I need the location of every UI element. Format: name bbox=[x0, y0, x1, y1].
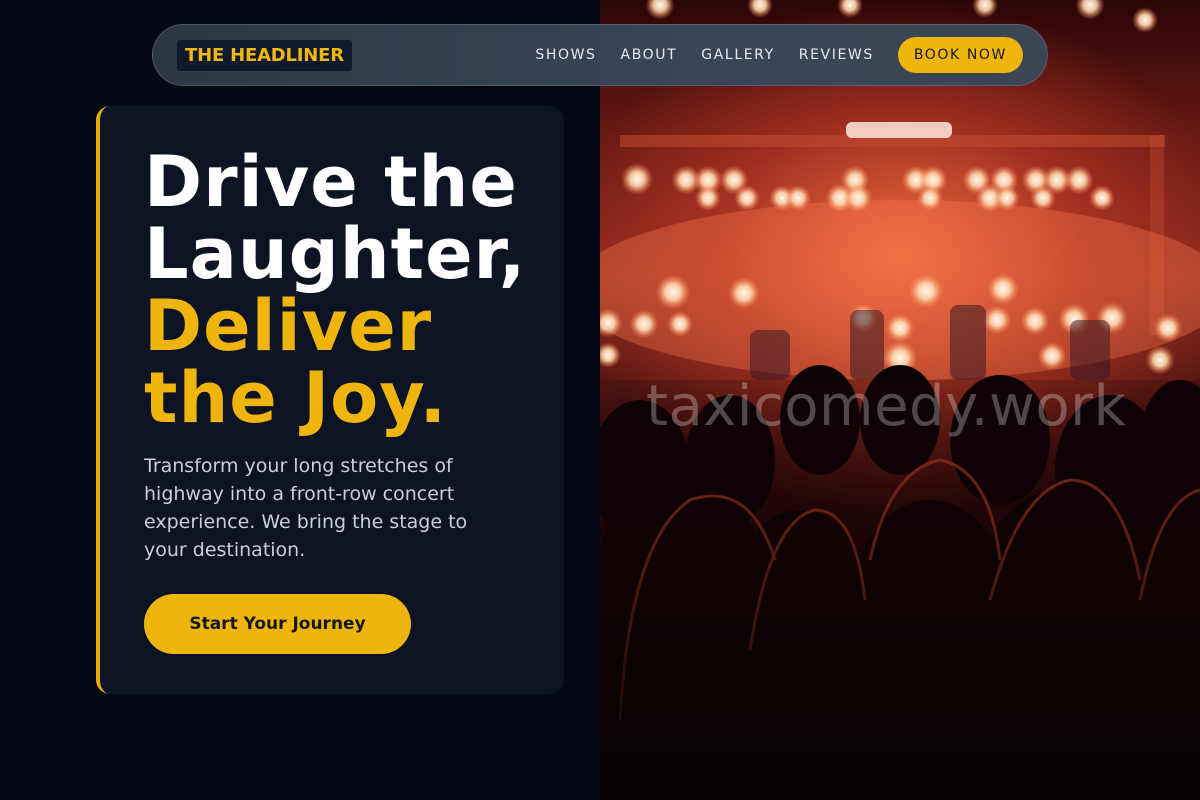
nav-link-gallery[interactable]: GALLERY bbox=[701, 47, 774, 63]
stage-light bbox=[917, 185, 943, 211]
stage-light bbox=[667, 311, 693, 337]
stage-light bbox=[987, 273, 1019, 305]
stage-light bbox=[843, 183, 873, 213]
stage-light bbox=[885, 313, 915, 343]
stage-light bbox=[728, 277, 760, 309]
stage-light bbox=[1089, 185, 1115, 211]
watermark-text: taxicomedy.work bbox=[646, 374, 1127, 439]
nav-link-reviews[interactable]: REVIEWS bbox=[799, 47, 874, 63]
book-now-button[interactable]: BOOK NOW bbox=[897, 37, 1023, 73]
nav-links: SHOWS ABOUT GALLERY REVIEWS bbox=[535, 47, 873, 63]
headline-line-3: Deliver bbox=[144, 285, 433, 367]
stage-light bbox=[734, 185, 760, 211]
headline-line-1: Drive the bbox=[144, 141, 518, 223]
stage-light bbox=[655, 274, 691, 310]
stage-light bbox=[1075, 0, 1105, 20]
hero-concert-image: taxicomedy.work bbox=[600, 0, 1200, 800]
hero-description: Transform your long stretches of highway… bbox=[144, 455, 468, 561]
headline-line-4: the Joy. bbox=[144, 357, 448, 439]
hero-headline: Drive the Laughter, Deliver the Joy. bbox=[144, 146, 554, 434]
stage-light bbox=[994, 185, 1020, 211]
stage-light bbox=[1037, 341, 1067, 371]
stage-light bbox=[600, 342, 621, 368]
top-navigation: THE HEADLINER SHOWS ABOUT GALLERY REVIEW… bbox=[152, 24, 1048, 86]
stage-light bbox=[695, 185, 721, 211]
start-journey-button[interactable]: Start Your Journey bbox=[144, 594, 411, 654]
stage-light bbox=[1030, 185, 1056, 211]
stage-light bbox=[621, 163, 653, 195]
stage-light bbox=[972, 0, 998, 18]
stage-light bbox=[629, 309, 659, 339]
stage-light bbox=[908, 273, 944, 309]
stage-light bbox=[837, 0, 863, 18]
nav-link-about[interactable]: ABOUT bbox=[621, 47, 678, 63]
stage-light bbox=[1145, 345, 1175, 375]
stage-light bbox=[1153, 313, 1183, 343]
stage-light bbox=[785, 185, 811, 211]
nav-link-shows[interactable]: SHOWS bbox=[535, 47, 596, 63]
site-logo[interactable]: THE HEADLINER bbox=[177, 39, 352, 71]
headline-line-2: Laughter, bbox=[144, 213, 527, 295]
stage-light bbox=[747, 0, 773, 18]
hero-card: Drive the Laughter, Deliver the Joy. Tra… bbox=[96, 106, 564, 694]
stage-light bbox=[982, 305, 1012, 335]
stage-light bbox=[1132, 7, 1158, 33]
stage-light bbox=[645, 0, 675, 20]
stage-light bbox=[1064, 165, 1094, 195]
stage-light bbox=[1020, 306, 1050, 336]
